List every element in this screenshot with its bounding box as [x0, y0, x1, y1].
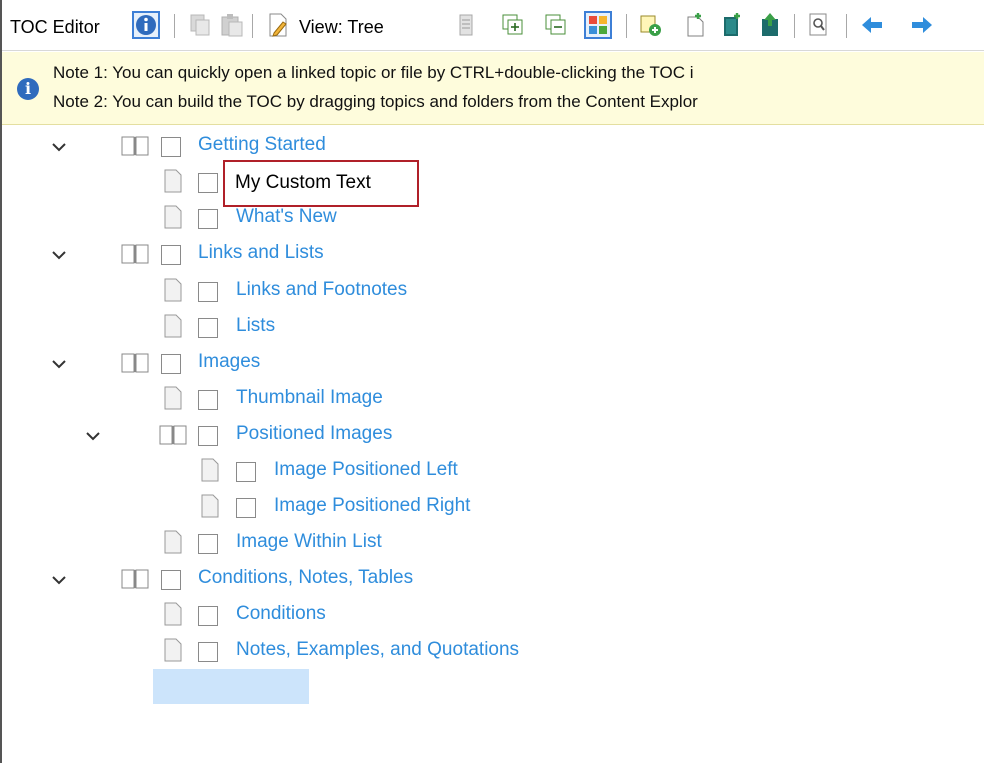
chevron-down-icon[interactable] [50, 355, 68, 373]
checkbox[interactable] [161, 245, 181, 265]
list-icon[interactable] [452, 11, 480, 39]
chevron-down-icon[interactable] [50, 571, 68, 589]
tree-item-label[interactable]: Conditions [236, 603, 326, 625]
checkbox[interactable] [198, 282, 218, 302]
toc-tree: Getting Started What's New Links and Lis… [2, 128, 984, 763]
page-icon [164, 278, 182, 302]
back-arrow-icon[interactable] [858, 11, 886, 39]
chevron-down-icon[interactable] [50, 246, 68, 264]
page-icon [201, 494, 219, 518]
book-icon [121, 244, 149, 264]
page-icon [164, 530, 182, 554]
rename-edit-box[interactable]: My Custom Text [223, 160, 419, 207]
checkbox[interactable] [198, 606, 218, 626]
tree-item-label[interactable]: Image Positioned Left [274, 459, 458, 481]
tree-item-label[interactable]: What's New [236, 206, 337, 228]
tree-item-page[interactable]: Image Positioned Right [2, 489, 984, 525]
collapse-all-icon[interactable] [542, 11, 570, 39]
new-book-icon[interactable] [718, 11, 746, 39]
checkbox[interactable] [198, 534, 218, 554]
new-topic-icon[interactable] [682, 11, 710, 39]
view-mode-button[interactable]: View: Tree [299, 17, 384, 38]
copy-icon[interactable] [186, 11, 214, 39]
checkbox[interactable] [198, 173, 218, 193]
tree-item-label[interactable]: Image Positioned Right [274, 495, 470, 517]
tree-item-page[interactable] [2, 164, 984, 200]
page-icon [164, 205, 182, 229]
info-note-bar: i Note 1: You can quickly open a linked … [2, 52, 984, 125]
tree-item-label[interactable]: Lists [236, 315, 275, 337]
tree-item-label[interactable]: Image Within List [236, 531, 382, 553]
toc-editor-panel: TOC Editor View: Tree i Note 1: You can … [0, 0, 984, 763]
toolbar-separator [626, 14, 627, 38]
tree-item-label[interactable]: Links and Lists [198, 242, 324, 264]
tree-item-page[interactable]: What's New [2, 200, 984, 236]
forward-arrow-icon[interactable] [908, 11, 936, 39]
checkbox[interactable] [236, 498, 256, 518]
info-icon[interactable] [132, 11, 160, 39]
tree-item-page[interactable]: Links and Footnotes [2, 273, 984, 309]
add-link-icon[interactable] [636, 11, 664, 39]
checkbox[interactable] [198, 318, 218, 338]
tree-item-page[interactable]: Lists [2, 309, 984, 345]
edit-document-icon[interactable] [264, 11, 292, 39]
tree-item-label[interactable]: Thumbnail Image [236, 387, 383, 409]
tree-item-label[interactable]: Notes, Examples, and Quotations [236, 639, 519, 661]
checkbox[interactable] [161, 570, 181, 590]
find-icon[interactable] [805, 11, 833, 39]
toolbar-separator [174, 14, 175, 38]
book-icon [121, 353, 149, 373]
tree-item-book[interactable]: Getting Started [2, 128, 984, 164]
page-icon [201, 458, 219, 482]
note-line-2: Note 2: You can build the TOC by draggin… [53, 92, 698, 111]
tree-item-label[interactable]: Positioned Images [236, 423, 392, 445]
checkbox[interactable] [198, 390, 218, 410]
info-icon: i [17, 78, 39, 100]
tree-item-book[interactable]: Conditions, Notes, Tables [2, 561, 984, 597]
note-line-1: Note 1: You can quickly open a linked to… [53, 63, 694, 82]
tree-item-book[interactable]: Positioned Images [2, 417, 984, 453]
checkbox[interactable] [198, 642, 218, 662]
page-icon [164, 638, 182, 662]
tree-item-page[interactable]: Image Within List [2, 525, 984, 561]
selection-highlight [153, 669, 309, 704]
page-icon [164, 602, 182, 626]
book-icon [121, 136, 149, 156]
checkbox[interactable] [198, 426, 218, 446]
tree-item-label[interactable]: Getting Started [198, 134, 326, 156]
panel-title: TOC Editor [10, 17, 100, 37]
tree-item-page[interactable]: Conditions [2, 597, 984, 633]
checkbox[interactable] [161, 354, 181, 374]
tree-item-page[interactable]: Image Positioned Left [2, 453, 984, 489]
book-icon [121, 569, 149, 589]
toolbar-separator [252, 14, 253, 38]
checkbox[interactable] [236, 462, 256, 482]
page-icon [164, 386, 182, 410]
paste-icon[interactable] [218, 11, 246, 39]
checkbox[interactable] [161, 137, 181, 157]
book-icon [159, 425, 187, 445]
grid-view-icon[interactable] [584, 11, 612, 39]
checkbox[interactable] [198, 209, 218, 229]
chevron-down-icon[interactable] [84, 427, 102, 445]
tree-item-label[interactable]: Conditions, Notes, Tables [198, 567, 413, 589]
page-icon [164, 314, 182, 338]
rename-input-text[interactable]: My Custom Text [235, 172, 371, 194]
tree-item-page[interactable]: Thumbnail Image [2, 381, 984, 417]
toolbar-separator [846, 14, 847, 38]
toolbar: TOC Editor View: Tree [2, 0, 984, 51]
chevron-down-icon[interactable] [50, 138, 68, 156]
tree-item-book[interactable]: Links and Lists [2, 236, 984, 272]
page-icon [164, 169, 182, 193]
expand-all-icon[interactable] [499, 11, 527, 39]
toolbar-separator [794, 14, 795, 38]
tree-item-page[interactable]: Notes, Examples, and Quotations [2, 633, 984, 669]
tree-item-label[interactable]: Images [198, 351, 260, 373]
tree-item-book[interactable]: Images [2, 345, 984, 381]
tree-item-label[interactable]: Links and Footnotes [236, 279, 407, 301]
insert-above-icon[interactable] [756, 11, 784, 39]
